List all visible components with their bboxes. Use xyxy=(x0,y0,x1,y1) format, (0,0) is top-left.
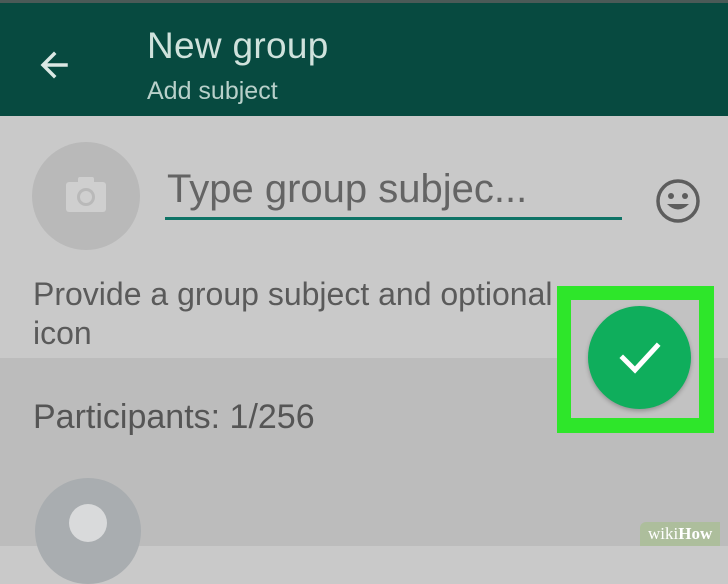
group-icon-picker[interactable] xyxy=(32,142,140,250)
app-header: New group Add subject xyxy=(0,3,728,116)
checkmark-icon xyxy=(619,342,661,374)
wikihow-watermark: wikiHow xyxy=(640,522,721,546)
participants-count: Participants: 1/256 xyxy=(33,398,315,436)
watermark-brand: How xyxy=(678,524,713,543)
confirm-fab-button[interactable] xyxy=(588,306,691,409)
back-button[interactable] xyxy=(30,41,82,89)
group-subject-input[interactable] xyxy=(165,162,622,220)
watermark-prefix: wiki xyxy=(648,524,679,543)
avatar-head xyxy=(69,504,107,542)
arrow-left-icon xyxy=(40,51,68,79)
participant-avatar xyxy=(35,478,141,584)
page-title: New group xyxy=(147,25,329,66)
page-subtitle: Add subject xyxy=(147,77,278,105)
emoji-button[interactable] xyxy=(654,177,702,225)
camera-icon xyxy=(66,177,106,212)
smiley-face-icon xyxy=(656,179,700,223)
